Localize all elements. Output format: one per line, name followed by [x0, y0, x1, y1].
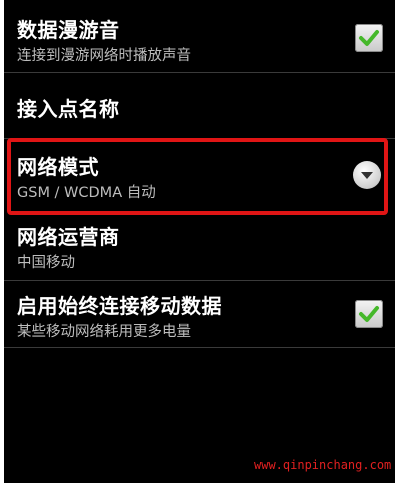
setting-always-on-data[interactable]: 启用始终连接移动数据 某些移动网络耗用更多电量 — [4, 281, 395, 347]
apn-title: 接入点名称 — [17, 97, 120, 121]
roaming-sound-checkbox[interactable] — [355, 24, 383, 52]
always-on-data-checkbox[interactable] — [355, 300, 383, 328]
setting-roaming-sound[interactable]: 数据漫游音 连接到漫游网络时播放声音 — [4, 0, 395, 72]
roaming-sound-subtitle: 连接到漫游网络时播放声音 — [17, 48, 191, 64]
setting-operator[interactable]: 网络运营商 中国移动 — [4, 215, 395, 280]
watermark: www.qinpinchang.com — [254, 458, 392, 472]
check-icon — [359, 306, 379, 322]
operator-title: 网络运营商 — [17, 225, 120, 249]
highlight-box — [7, 138, 388, 215]
settings-screen: 数据漫游音 连接到漫游网络时播放声音 接入点名称 网络模式 GSM / WCDM… — [4, 0, 395, 483]
check-icon — [359, 30, 379, 46]
always-on-data-subtitle: 某些移动网络耗用更多电量 — [17, 324, 191, 340]
setting-apn[interactable]: 接入点名称 — [4, 73, 395, 138]
operator-subtitle: 中国移动 — [17, 255, 75, 271]
always-on-data-title: 启用始终连接移动数据 — [17, 294, 222, 318]
divider — [4, 347, 395, 348]
roaming-sound-title: 数据漫游音 — [17, 18, 120, 42]
